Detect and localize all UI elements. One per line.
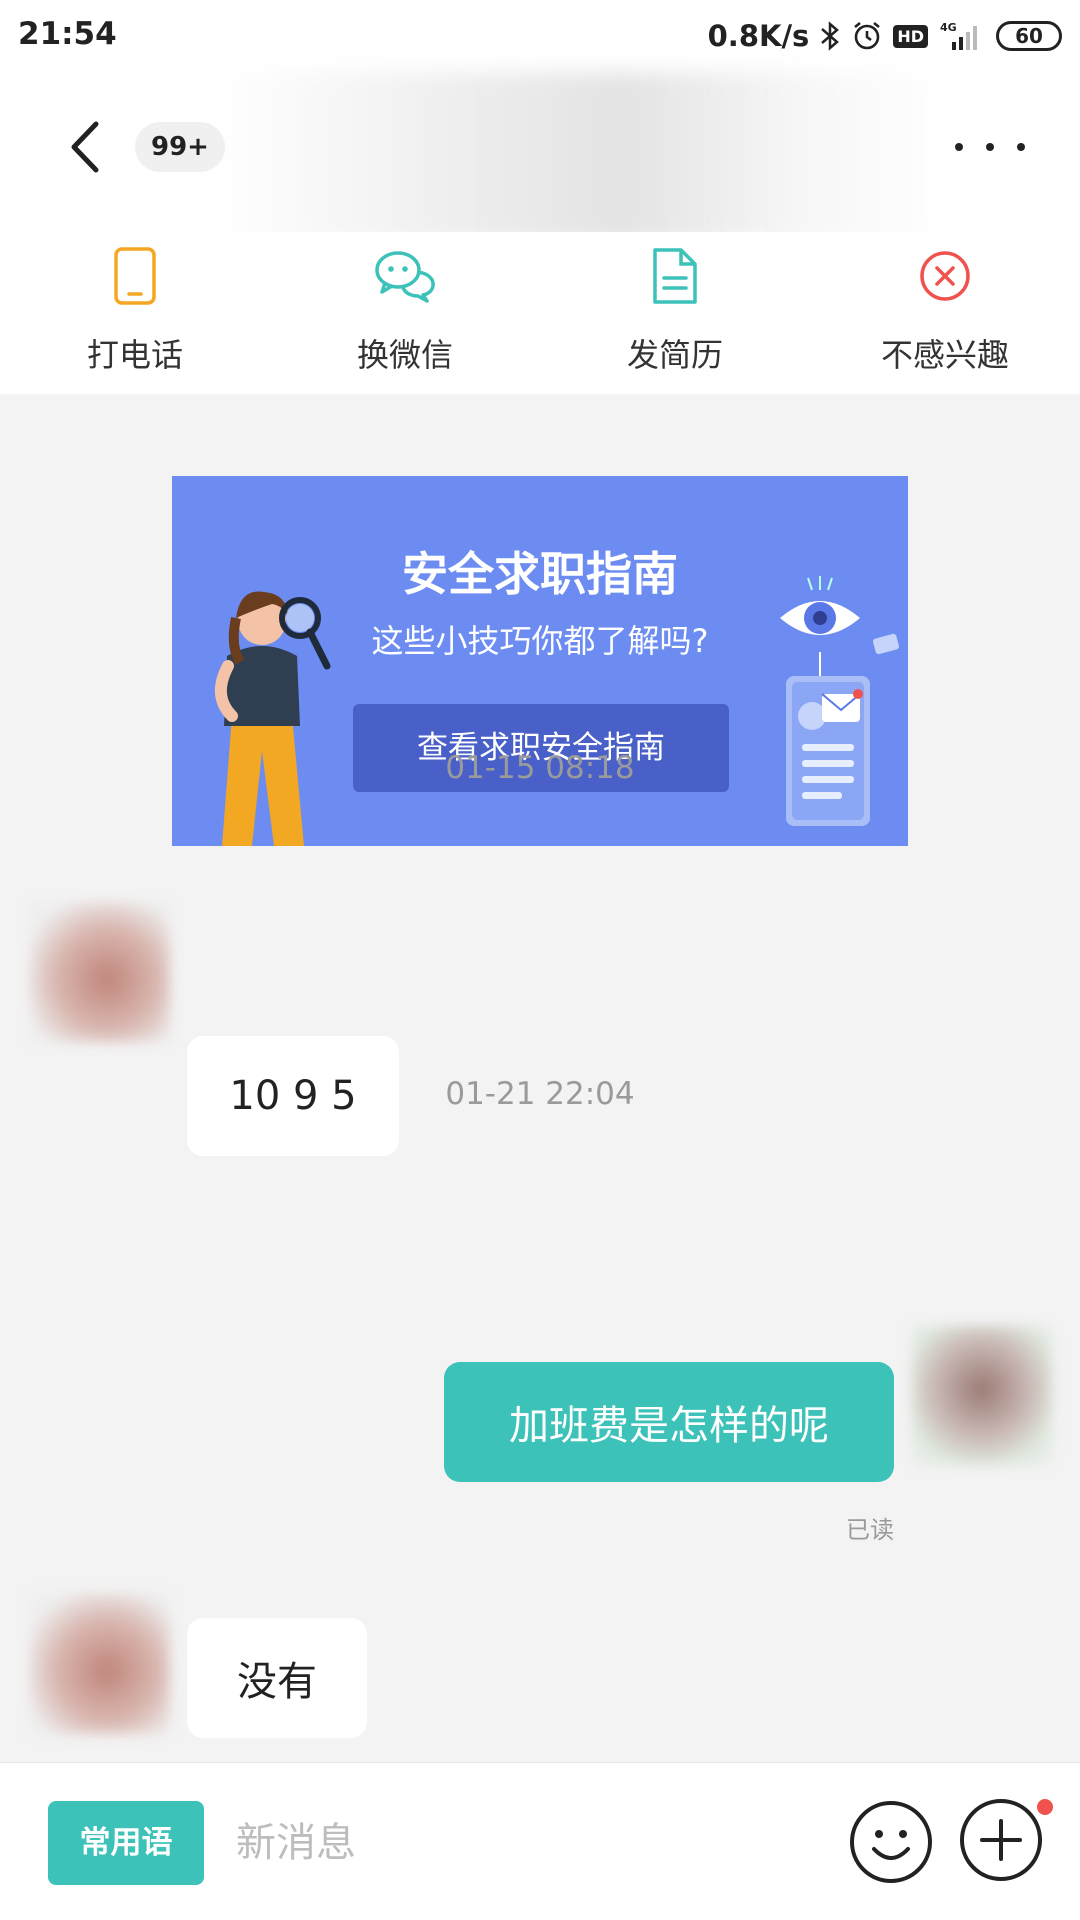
safety-guide-banner[interactable]: 安全求职指南 这些小技巧你都了解吗? 查看求职安全指南 (172, 476, 908, 846)
exchange-wechat-label: 换微信 (356, 336, 453, 374)
read-status: 已读 (846, 1516, 894, 1544)
send-resume-action[interactable]: 发简历 (540, 232, 810, 394)
timestamp: 01-15 08:18 (445, 750, 635, 786)
call-label: 打电话 (86, 336, 183, 374)
signal-icon: 4G (938, 20, 986, 52)
chat-header: 99+ (0, 72, 1080, 242)
smiley-icon (850, 1801, 932, 1883)
chat-area[interactable]: 安全求职指南 这些小技巧你都了解吗? 查看求职安全指南 01-15 08:18 … (0, 394, 1080, 1762)
send-resume-label: 发简历 (626, 336, 723, 374)
not-interested-label: 不感兴趣 (880, 336, 1009, 374)
common-phrases-button[interactable]: 常用语 (48, 1801, 204, 1885)
plus-icon (960, 1799, 1042, 1881)
contact-avatar[interactable] (30, 1594, 170, 1734)
outgoing-message[interactable]: 加班费是怎样的呢 (444, 1362, 894, 1482)
notification-dot (1037, 1799, 1053, 1815)
message-composer: 常用语 (0, 1762, 1080, 1920)
more-attachments-button[interactable] (958, 1797, 1044, 1883)
eye-document-illustration (780, 576, 899, 826)
status-time: 21:54 (18, 16, 117, 52)
bluetooth-icon (819, 20, 841, 52)
status-bar: 21:54 0.8K/s HD 4G 60 (0, 0, 1080, 72)
incoming-message[interactable]: 没有 (187, 1618, 367, 1738)
unread-count-badge[interactable]: 99+ (135, 122, 225, 172)
contact-avatar[interactable] (30, 902, 170, 1042)
status-icons: 0.8K/s HD 4G 60 (708, 14, 1062, 58)
network-speed: 0.8K/s (707, 19, 810, 53)
battery-indicator: 60 (996, 21, 1062, 51)
detective-illustration (215, 591, 331, 846)
not-interested-action[interactable]: 不感兴趣 (810, 232, 1080, 394)
emoji-button[interactable] (848, 1799, 934, 1885)
alarm-icon (851, 20, 883, 52)
wechat-icon (373, 244, 437, 308)
resume-icon (643, 244, 707, 308)
chevron-left-icon (71, 121, 99, 173)
back-button[interactable] (60, 112, 110, 182)
phone-icon (103, 244, 167, 308)
my-avatar[interactable] (912, 1326, 1052, 1466)
exchange-wechat-action[interactable]: 换微信 (270, 232, 540, 394)
call-action[interactable]: 打电话 (0, 232, 270, 394)
hd-badge: HD (893, 24, 928, 48)
message-input[interactable] (236, 1801, 806, 1885)
not-interested-icon (913, 244, 977, 308)
more-options-button[interactable] (955, 132, 1025, 162)
timestamp: 01-21 22:04 (445, 1076, 635, 1112)
contact-info-blurred[interactable] (215, 72, 955, 242)
svg-text:4G: 4G (940, 21, 957, 34)
quick-actions: 打电话 换微信 发简历 不感兴趣 (0, 232, 1080, 394)
